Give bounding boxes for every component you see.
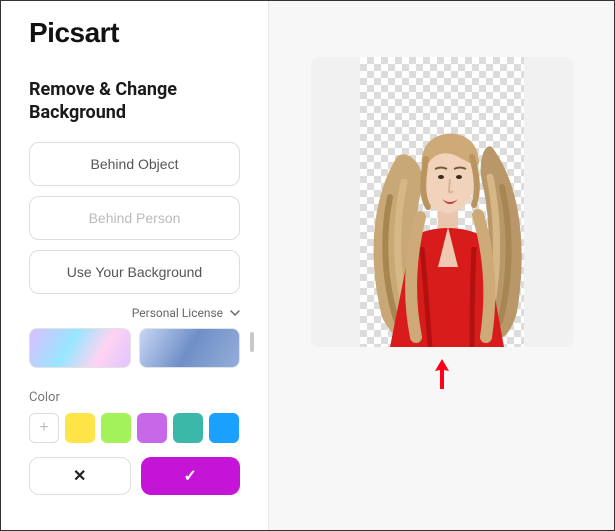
color-swatch-teal[interactable]: [173, 413, 203, 443]
cancel-button[interactable]: ✕: [29, 457, 131, 495]
license-label: Personal License: [132, 306, 223, 320]
thumbnail-scrollbar[interactable]: [250, 332, 254, 352]
color-swatch-blue[interactable]: [209, 413, 239, 443]
canvas-area: [269, 1, 614, 530]
background-thumb-2[interactable]: [139, 328, 241, 368]
action-row: ✕ ✓: [29, 457, 240, 495]
annotation-arrow-up: [432, 357, 452, 395]
color-swatch-purple[interactable]: [137, 413, 167, 443]
color-swatch-row: +: [29, 413, 240, 443]
confirm-button[interactable]: ✓: [141, 457, 241, 495]
background-thumbnails: [29, 328, 240, 368]
color-swatch-yellow[interactable]: [65, 413, 95, 443]
chevron-down-icon: [230, 309, 240, 320]
color-section-label: Color: [29, 390, 240, 405]
behind-person-button[interactable]: Behind Person: [29, 196, 240, 240]
behind-object-button[interactable]: Behind Object: [29, 142, 240, 186]
background-thumb-1[interactable]: [29, 328, 131, 368]
app-root: Picsart Remove & Change Background Behin…: [1, 1, 614, 530]
use-your-background-button[interactable]: Use Your Background: [29, 250, 240, 294]
brand-logo: Picsart: [29, 17, 240, 49]
section-title: Remove & Change Background: [29, 79, 240, 124]
sidebar: Picsart Remove & Change Background Behin…: [1, 1, 269, 530]
color-swatch-green[interactable]: [101, 413, 131, 443]
license-dropdown[interactable]: Personal License: [29, 306, 240, 320]
image-canvas[interactable]: [311, 57, 573, 347]
subject-person: [342, 87, 542, 347]
add-color-button[interactable]: +: [29, 413, 59, 443]
